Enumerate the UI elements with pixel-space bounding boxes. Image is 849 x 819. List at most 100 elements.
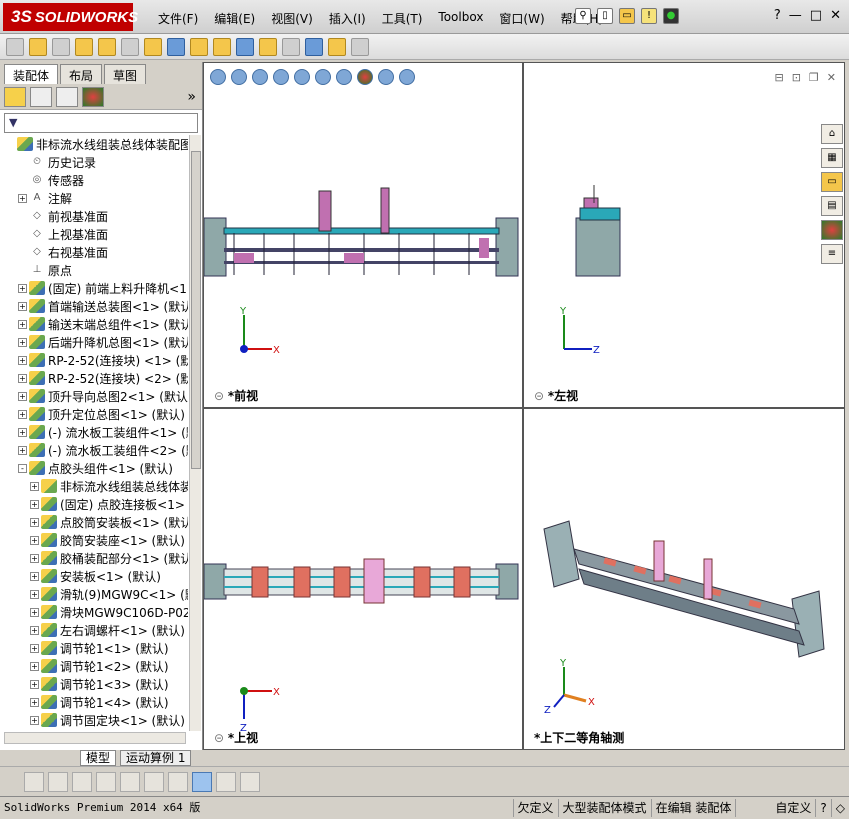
tree-node[interactable]: ◇ 前视基准面 <box>2 207 188 225</box>
close-button[interactable]: ✕ <box>830 8 841 23</box>
design-library-icon[interactable]: ▦ <box>821 148 843 168</box>
expand-icon[interactable]: + <box>30 499 39 509</box>
3d-sketch-icon[interactable] <box>48 771 68 792</box>
expand-icon[interactable]: + <box>18 319 27 329</box>
view-palette-icon[interactable]: ▤ <box>821 196 843 216</box>
dimension-icon[interactable] <box>144 771 164 792</box>
tab-motion-study[interactable]: 运动算例 1 <box>120 750 192 766</box>
tree-node[interactable]: + RP-2-52(连接块) <2> (默认) <box>2 369 188 387</box>
tab-model[interactable]: 模型 <box>80 750 117 766</box>
tree-horizontal-scrollbar[interactable] <box>4 732 186 744</box>
expand-icon[interactable]: + <box>30 607 39 617</box>
instant3d-icon[interactable] <box>351 37 369 56</box>
linear-pattern-icon[interactable] <box>75 37 93 56</box>
tree-node[interactable]: + 调节轮1<1> (默认) <box>2 639 188 657</box>
explode-line-sketch-icon[interactable] <box>282 37 300 56</box>
chevron-right-icon[interactable]: » <box>187 89 196 105</box>
pin-icon[interactable]: ⚲ <box>575 8 591 24</box>
line-icon[interactable] <box>72 771 92 792</box>
tree-node[interactable]: + 胶桶装配部分<1> (默认) <box>2 549 188 567</box>
tab-sketch[interactable]: 草图 <box>104 64 147 84</box>
status-help-icon[interactable]: ? <box>815 799 830 817</box>
centerline-icon[interactable] <box>96 771 116 792</box>
expand-icon[interactable]: + <box>30 571 39 581</box>
menu-file[interactable]: 文件(F) <box>150 10 206 27</box>
tree-node[interactable]: + 滑块MGW9C106D-P02-60 <box>2 603 188 621</box>
warning-icon[interactable]: ! <box>641 8 657 24</box>
viewport-top[interactable]: X Z ⊝ *上视 <box>203 408 523 750</box>
configuration-manager-icon[interactable] <box>56 86 78 107</box>
tree-node[interactable]: ◎ 传感器 <box>2 171 188 189</box>
tree-node[interactable]: + 左右调螺杆<1> (默认) <box>2 621 188 639</box>
mate-icon[interactable] <box>52 37 70 56</box>
bill-of-materials-icon[interactable] <box>236 37 254 56</box>
menu-insert[interactable]: 插入(I) <box>321 10 374 27</box>
expand-icon[interactable]: + <box>30 553 39 563</box>
menu-window[interactable]: 窗口(W) <box>491 10 552 27</box>
expand-icon[interactable]: + <box>30 697 39 707</box>
display-manager-icon[interactable] <box>82 86 104 107</box>
exploded-view-icon[interactable] <box>259 37 277 56</box>
expand-icon[interactable]: + <box>30 661 39 671</box>
axis-icon[interactable] <box>168 771 188 792</box>
insert-component-icon[interactable] <box>29 37 47 56</box>
solidworks-logo[interactable]: 3S SOLIDWORKS <box>3 3 138 31</box>
menu-toolbox[interactable]: Toolbox <box>430 10 491 27</box>
shaded-view-icon[interactable] <box>192 771 212 792</box>
grid-icon[interactable] <box>120 771 140 792</box>
tree-node[interactable]: + 首端输送总装图<1> (默认) <box>2 297 188 315</box>
expand-icon[interactable]: + <box>30 679 39 689</box>
new-motion-study-icon[interactable] <box>213 37 231 56</box>
status-tag-icon[interactable]: ◇ <box>830 799 849 817</box>
tree-node[interactable]: ⊥ 原点 <box>2 261 188 279</box>
expand-icon[interactable]: + <box>30 643 39 653</box>
tree-node[interactable]: - 点胶头组件<1> (默认) <box>2 459 188 477</box>
feature-manager-icon[interactable] <box>4 86 26 107</box>
tree-node[interactable]: + (-) 流水板工装组件<2> (默认) <box>2 441 188 459</box>
expand-icon[interactable]: + <box>18 427 27 437</box>
collapse-icon[interactable]: - <box>18 463 27 473</box>
tree-node[interactable]: 非标流水线组装总线体装配图 <box>2 135 188 153</box>
tree-node[interactable]: + 点胶筒安装板<1> (默认) <box>2 513 188 531</box>
menu-edit[interactable]: 编辑(E) <box>206 10 263 27</box>
show-hidden-icon[interactable] <box>144 37 162 56</box>
tree-node[interactable]: + 顶升导向总图2<1> (默认) <box>2 387 188 405</box>
traffic-light-icon[interactable]: ● <box>663 8 679 24</box>
expand-icon[interactable]: + <box>30 715 39 725</box>
edit-component-icon[interactable] <box>6 37 24 56</box>
sketch-icon[interactable] <box>24 771 44 792</box>
viewport-isometric[interactable]: Y X Z *上下二等角轴测 <box>523 408 845 750</box>
tab-assembly[interactable]: 装配体 <box>4 64 59 84</box>
expand-icon[interactable]: + <box>18 355 27 365</box>
assembly-features-icon[interactable] <box>167 37 185 56</box>
tree-node[interactable]: + 输送末端总组件<1> (默认) <box>2 315 188 333</box>
tree-node[interactable]: + (-) 流水板工装组件<1> (默认) <box>2 423 188 441</box>
expand-icon[interactable]: + <box>18 193 27 203</box>
tree-node[interactable]: ⏲ 历史记录 <box>2 153 188 171</box>
file-explorer-icon[interactable]: ▭ <box>821 172 843 192</box>
tree-vertical-scrollbar[interactable] <box>189 135 201 731</box>
tree-node[interactable]: + 胶筒安装座<1> (默认) <box>2 531 188 549</box>
custom-properties-icon[interactable]: ≡ <box>821 244 843 264</box>
clearance-verification-icon[interactable] <box>328 37 346 56</box>
table-icon[interactable] <box>216 771 236 792</box>
status-units[interactable]: 自定义 <box>735 799 815 817</box>
move-component-icon[interactable] <box>121 37 139 56</box>
tree-node[interactable]: ◇ 上视基准面 <box>2 225 188 243</box>
tree-node[interactable]: + 调节轮1<3> (默认) <box>2 675 188 693</box>
expand-icon[interactable]: + <box>18 337 27 347</box>
tree-node[interactable]: + (固定) 前端上料升降机<1> <box>2 279 188 297</box>
render-icon[interactable] <box>240 771 260 792</box>
scroll-thumb[interactable] <box>191 151 201 469</box>
help-button[interactable]: ? <box>774 8 781 23</box>
expand-icon[interactable]: + <box>30 517 39 527</box>
minimize-button[interactable]: — <box>789 8 802 23</box>
tree-node[interactable]: + 安装板<1> (默认) <box>2 567 188 585</box>
expand-icon[interactable]: + <box>18 409 27 419</box>
tree-node[interactable]: + 非标流水线组装总线体装配图 <box>2 477 188 495</box>
smart-fasteners-icon[interactable] <box>98 37 116 56</box>
tree-node[interactable]: + 滑轨(9)MGW9C<1> (默认) <box>2 585 188 603</box>
expand-icon[interactable]: + <box>30 625 39 635</box>
tree-filter[interactable]: ▼ <box>4 113 198 133</box>
menu-view[interactable]: 视图(V) <box>263 10 321 27</box>
